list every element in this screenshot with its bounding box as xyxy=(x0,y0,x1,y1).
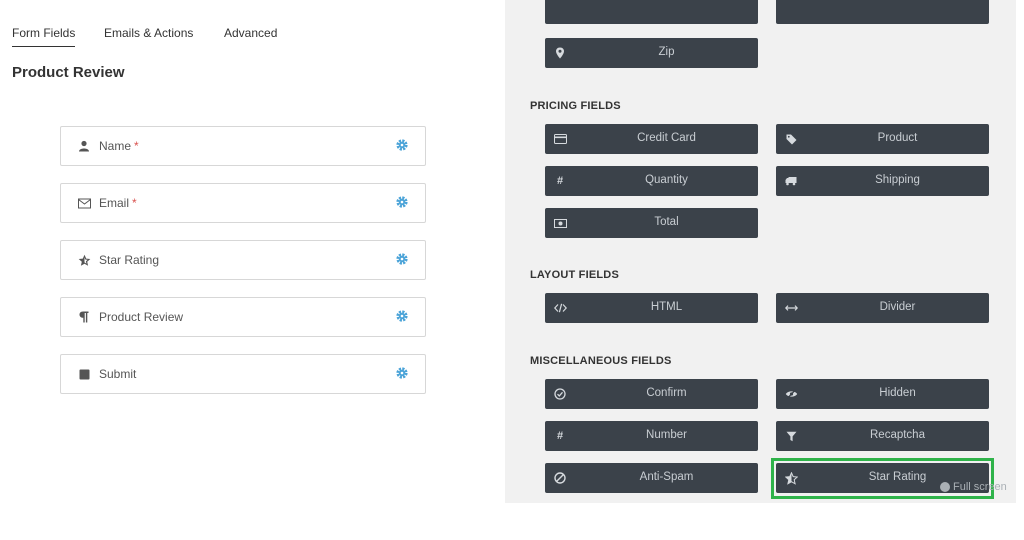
tag-icon xyxy=(784,132,798,146)
button-label: Number xyxy=(646,429,687,441)
field-button-hidden[interactable]: Hidden xyxy=(776,379,989,409)
expand-icon xyxy=(940,482,950,493)
field-button-product[interactable]: Product xyxy=(776,124,989,154)
star-icon xyxy=(77,253,91,267)
field-button-quantity[interactable]: # Quantity xyxy=(545,166,758,196)
field-button-number[interactable]: # Number xyxy=(545,421,758,451)
user-icon xyxy=(77,139,91,153)
form-title: Product Review xyxy=(12,64,125,81)
field-button-html[interactable]: HTML xyxy=(545,293,758,323)
field-label: Product Review xyxy=(99,310,184,324)
button-label: Hidden xyxy=(879,387,916,399)
button-label: Divider xyxy=(879,301,916,313)
paragraph-icon xyxy=(77,310,91,324)
field-row-name[interactable]: Name * xyxy=(60,126,426,166)
gear-icon[interactable] xyxy=(395,252,409,266)
field-button-divider[interactable]: Divider xyxy=(776,293,989,323)
hash-icon: # xyxy=(556,175,564,187)
arrows-h-icon xyxy=(784,301,798,315)
field-label: Name * xyxy=(99,139,139,153)
field-button-total[interactable]: Total xyxy=(545,208,758,238)
field-row-submit[interactable]: Submit xyxy=(60,354,426,394)
full-screen-toggle[interactable]: Full screen xyxy=(940,481,1007,493)
star-half-icon xyxy=(784,471,798,485)
credit-card-icon xyxy=(553,132,567,146)
field-button-partial-left[interactable] xyxy=(545,0,758,24)
gear-icon[interactable] xyxy=(395,309,409,323)
tab-emails-actions[interactable]: Emails & Actions xyxy=(104,26,193,46)
field-button-anti-spam[interactable]: Anti-Spam xyxy=(545,463,758,493)
button-label: Anti-Spam xyxy=(639,471,694,483)
field-button-zip[interactable]: Zip xyxy=(545,38,758,68)
button-label: HTML xyxy=(650,301,683,313)
tab-form-fields[interactable]: Form Fields xyxy=(12,26,76,47)
section-title-layout: LAYOUT FIELDS xyxy=(530,269,619,281)
field-label: Submit xyxy=(99,367,137,381)
field-button-confirm[interactable]: Confirm xyxy=(545,379,758,409)
gear-icon[interactable] xyxy=(395,138,409,152)
filter-icon xyxy=(784,429,798,443)
field-row-star-rating[interactable]: Star Rating xyxy=(60,240,426,280)
button-label: Quantity xyxy=(645,174,688,186)
truck-icon xyxy=(784,174,798,188)
field-button-partial-right[interactable] xyxy=(776,0,989,24)
button-label: Recaptcha xyxy=(870,429,925,441)
envelope-icon xyxy=(77,196,91,210)
field-button-credit-card[interactable]: Credit Card xyxy=(545,124,758,154)
section-title-miscellaneous: MISCELLANEOUS FIELDS xyxy=(530,355,672,367)
full-screen-label: Full screen xyxy=(953,481,1007,493)
field-label: Star Rating xyxy=(99,253,160,267)
field-label: Email * xyxy=(99,196,137,210)
field-row-product-review[interactable]: Product Review xyxy=(60,297,426,337)
map-marker-icon xyxy=(553,46,567,60)
ban-icon xyxy=(553,471,567,485)
field-button-recaptcha[interactable]: Recaptcha xyxy=(776,421,989,451)
square-icon xyxy=(77,367,91,381)
tab-advanced[interactable]: Advanced xyxy=(224,26,277,46)
field-button-shipping[interactable]: Shipping xyxy=(776,166,989,196)
check-circle-icon xyxy=(553,387,567,401)
button-label: Product xyxy=(877,132,918,144)
gear-icon[interactable] xyxy=(395,366,409,380)
button-label: Credit Card xyxy=(637,132,696,144)
button-label: Shipping xyxy=(875,174,920,186)
section-title-pricing: PRICING FIELDS xyxy=(530,100,621,112)
button-label: Total xyxy=(654,216,679,228)
field-row-email[interactable]: Email * xyxy=(60,183,426,223)
button-label: Confirm xyxy=(646,387,687,399)
button-label: Zip xyxy=(658,46,675,58)
hash-icon: # xyxy=(556,430,564,442)
eye-slash-icon xyxy=(784,387,798,401)
code-icon xyxy=(553,301,567,315)
gear-icon[interactable] xyxy=(395,195,409,209)
money-icon xyxy=(553,216,567,230)
